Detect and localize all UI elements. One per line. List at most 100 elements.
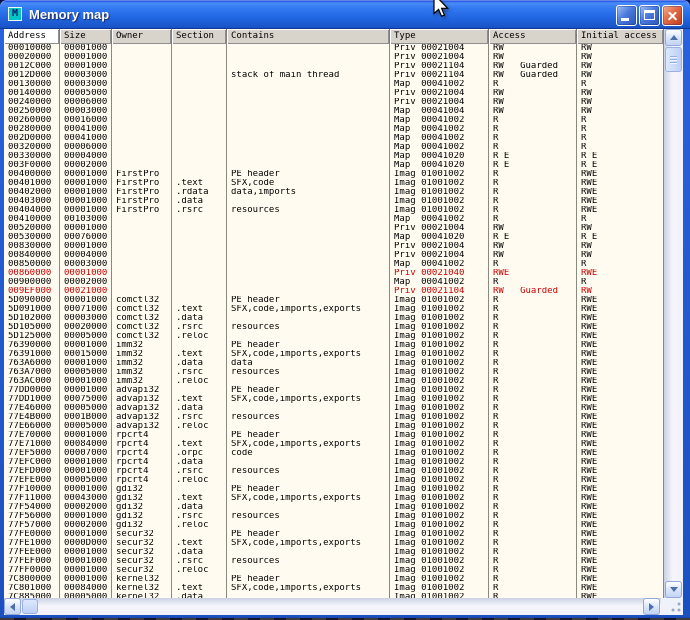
table-row[interactable]: 5D10200000003000comctl32.dataImag 010010… (4, 314, 664, 323)
cell-type: Imag 01001002 (390, 539, 489, 548)
table-row[interactable]: 002D000000041000Map 00041002RR (4, 134, 664, 143)
table-row[interactable]: 77FEF00000001000secur32.rsrcresourcesIma… (4, 557, 664, 566)
column-header-section[interactable]: Section (172, 29, 227, 44)
table-row[interactable]: 0053000000076000Map 00041020R ER E (4, 233, 664, 242)
cell-section: .reloc (172, 332, 227, 341)
titlebar[interactable]: M Memory map (0, 0, 690, 29)
table-row[interactable]: 0085000000003000Map 00041002RR (4, 260, 664, 269)
close-button[interactable] (662, 5, 683, 26)
table-row[interactable]: 77F1100000043000gdi32.textSFX,code,impor… (4, 494, 664, 503)
table-row[interactable]: 0012D00000003000stack of main threadPriv… (4, 71, 664, 80)
scroll-down-button[interactable] (665, 581, 682, 598)
column-header-owner[interactable]: Owner (112, 29, 172, 44)
scroll-right-button[interactable] (643, 598, 660, 615)
table-row[interactable]: 0026000000016000Map 00041002RR (4, 116, 664, 125)
cell-section: .reloc (172, 476, 227, 485)
table-row[interactable]: 5D10500000020000comctl32.rsrcresourcesIm… (4, 323, 664, 332)
app-icon[interactable]: M (8, 7, 22, 21)
table-row[interactable]: 77DD100000075000advapi32.textSFX,code,im… (4, 395, 664, 404)
table-row[interactable]: 77EFE00000005000rpcrt4.relocImag 0100100… (4, 476, 664, 485)
cell-access: R (489, 494, 577, 503)
table-row[interactable]: 0025000000003000Map 00041004RWRW (4, 107, 664, 116)
table-row[interactable]: 763AC00000001000imm32.relocImag 01001002… (4, 377, 664, 386)
table-row[interactable]: 009EF00000021000Priv 00021104RW GuardedR… (4, 287, 664, 296)
column-header-contains[interactable]: Contains (227, 29, 390, 44)
table-row[interactable]: 77F1000000001000gdi32PE headerImag 01001… (4, 485, 664, 494)
table-row[interactable]: 0040400000001000FirstPro.rsrcresourcesIm… (4, 206, 664, 215)
table-row[interactable]: 763A600000001000imm32.datadataImag 01001… (4, 359, 664, 368)
table-row[interactable]: 77FE000000001000secur32PE headerImag 010… (4, 530, 664, 539)
table-row[interactable]: 77FEE00000001000secur32.dataImag 0100100… (4, 548, 664, 557)
cell-owner: advapi32 (112, 422, 172, 431)
vertical-scrollbar[interactable] (664, 29, 683, 598)
table-row[interactable]: 763A700000005000imm32.rsrcresourcesImag … (4, 368, 664, 377)
table-row[interactable]: 77EFC00000001000rpcrt4.dataImag 01001002… (4, 458, 664, 467)
table-row[interactable]: 77EFD00000001000rpcrt4.rsrcresourcesImag… (4, 467, 664, 476)
table-row[interactable]: 77FE10000000D000secur32.textSFX,code,imp… (4, 539, 664, 548)
horizontal-scrollbar[interactable] (4, 598, 683, 615)
cell-section (172, 242, 227, 251)
cell-access: R (489, 449, 577, 458)
maximize-button[interactable] (639, 5, 660, 26)
table-row[interactable]: 77F5400000002000gdi32.dataImag 01001002R… (4, 503, 664, 512)
table-row[interactable]: 77DD000000001000advapi32PE headerImag 01… (4, 386, 664, 395)
minimize-button[interactable] (616, 5, 637, 26)
table-row[interactable]: 0012C00000001000Priv 00021104RW GuardedR… (4, 62, 664, 71)
column-header-address[interactable]: Address (4, 29, 60, 44)
cell-type: Imag 01001002 (390, 296, 489, 305)
resize-grip[interactable] (668, 600, 682, 614)
cell-address: 00410000 (4, 215, 60, 224)
table-row[interactable]: 77FF000000001000secur32.relocImag 010010… (4, 566, 664, 575)
scroll-up-button[interactable] (665, 29, 682, 46)
table-row[interactable]: 003F000000002000Map 00041020R ER E (4, 161, 664, 170)
table-row[interactable]: 5D09100000071000comctl32.textSFX,code,im… (4, 305, 664, 314)
table-row[interactable]: 5D12500000005000comctl32.relocImag 01001… (4, 332, 664, 341)
cell-access: R (489, 440, 577, 449)
cell-type: Imag 01001002 (390, 530, 489, 539)
table-row[interactable]: 0024000000006000Priv 00021004RWRW (4, 98, 664, 107)
table-row[interactable]: 0040200000001000FirstPro.rdatadata,impor… (4, 188, 664, 197)
table-row[interactable]: 0040100000001000FirstPro.textSFX,codeIma… (4, 179, 664, 188)
table-row[interactable]: 0052000000001000Priv 00021004RWRW (4, 224, 664, 233)
table-row[interactable]: 0086000000001000Priv 00021040RWERWE (4, 269, 664, 278)
table-row[interactable]: 77F5600000001000gdi32.rsrcresourcesImag … (4, 512, 664, 521)
table-row[interactable]: 0033000000004000Map 00041020R ER E (4, 152, 664, 161)
column-header-size[interactable]: Size (60, 29, 112, 44)
column-header-type[interactable]: Type (390, 29, 489, 44)
cell-size: 00001000 (60, 206, 112, 215)
table-row[interactable]: 0040000000001000FirstProPE headerImag 01… (4, 170, 664, 179)
column-header-access[interactable]: Access (489, 29, 577, 44)
table-row[interactable]: 7C80000000001000kernel32PE headerImag 01… (4, 575, 664, 584)
table-row[interactable]: 0014000000005000Priv 00021004RWRW (4, 89, 664, 98)
table-row[interactable]: 77E4B0000001B000advapi32.rsrcresourcesIm… (4, 413, 664, 422)
cell-initial: RWE (577, 431, 664, 440)
table-row[interactable]: 0084000000004000Priv 00021004RWRW (4, 251, 664, 260)
table-row[interactable]: 0001000000001000Priv 00021004RWRW (4, 44, 664, 53)
cell-section (172, 431, 227, 440)
cell-type: Imag 01001002 (390, 548, 489, 557)
table-row[interactable]: 77E7000000001000rpcrt4PE headerImag 0100… (4, 431, 664, 440)
table-row[interactable]: 77EF500000007000rpcrt4.orpccodeImag 0100… (4, 449, 664, 458)
table-row[interactable]: 0002000000001000Priv 00021004RWRW (4, 53, 664, 62)
table-row[interactable]: 0032000000006000Map 00041002RR (4, 143, 664, 152)
table-row[interactable]: 77F5700000002000gdi32.relocImag 01001002… (4, 521, 664, 530)
table-row[interactable]: 0041000000103000Map 00041002RR (4, 215, 664, 224)
table-row[interactable]: 77E4600000005000advapi32.dataImag 010010… (4, 404, 664, 413)
table-row[interactable]: 7C80100000084000kernel32.textSFX,code,im… (4, 584, 664, 593)
table-row[interactable]: 5D09000000001000comctl32PE headerImag 01… (4, 296, 664, 305)
table-row[interactable]: 77E6600000005000advapi32.relocImag 01001… (4, 422, 664, 431)
table-row[interactable]: 77E7100000084000rpcrt4.textSFX,code,impo… (4, 440, 664, 449)
column-header-initial-access[interactable]: Initial access (577, 29, 664, 44)
table-row[interactable]: 0040300000001000FirstPro.dataImag 010010… (4, 197, 664, 206)
cell-contains (227, 332, 390, 341)
table-row[interactable]: 0028000000041000Map 00041002RR (4, 125, 664, 134)
table-row[interactable]: 0090000000002000Map 00041002RR (4, 278, 664, 287)
table-row[interactable]: 0083000000001000Priv 00021004RWRW (4, 242, 664, 251)
scroll-left-button[interactable] (4, 598, 21, 615)
horizontal-scroll-thumb[interactable] (22, 599, 38, 614)
table-row[interactable]: 7639100000015000imm32.textSFX,code,impor… (4, 350, 664, 359)
table-row[interactable]: 0013000000003000Map 00041002RR (4, 80, 664, 89)
table-row[interactable]: 7639000000001000imm32PE headerImag 01001… (4, 341, 664, 350)
cell-contains: SFX,code,imports,exports (227, 494, 390, 503)
vertical-scroll-thumb[interactable] (665, 47, 682, 72)
